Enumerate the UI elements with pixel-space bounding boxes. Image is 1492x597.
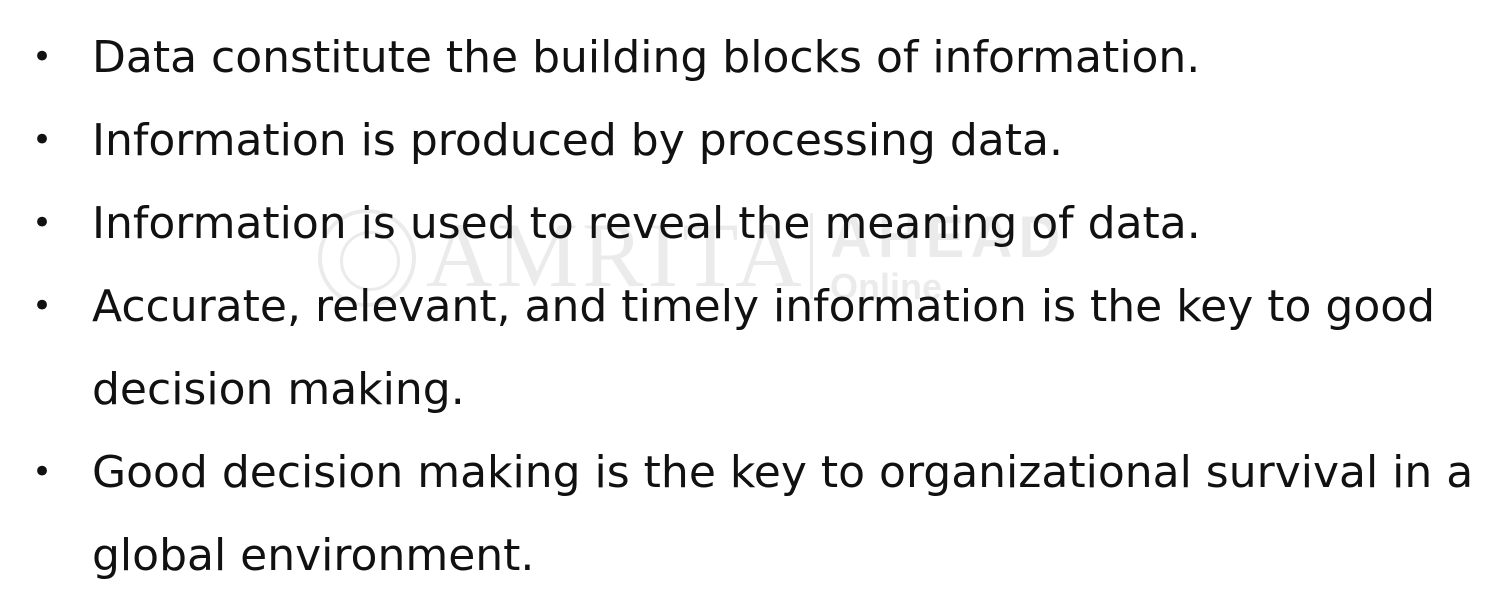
- bullet-item: • Accurate, relevant, and timely informa…: [0, 265, 1492, 431]
- bullet-item: • Information is used to reveal the mean…: [0, 182, 1492, 265]
- bullet-line: Information is produced by processing da…: [92, 115, 1063, 166]
- bullet-line: global environment.: [92, 530, 535, 581]
- bullet-line: Data constitute the building blocks of i…: [92, 32, 1201, 83]
- bullet-icon: •: [32, 286, 53, 326]
- bullet-item: • Information is produced by processing …: [0, 99, 1492, 182]
- bullet-line: Information is used to reveal the meanin…: [92, 198, 1201, 249]
- bullet-icon: •: [32, 37, 53, 77]
- bullet-icon: •: [32, 120, 53, 160]
- bullet-line: Good decision making is the key to organ…: [92, 447, 1474, 498]
- bullet-icon: •: [32, 203, 53, 243]
- bullet-list: • Data constitute the building blocks of…: [0, 16, 1492, 597]
- bullet-line: decision making.: [92, 364, 465, 415]
- bullet-line: Accurate, relevant, and timely informati…: [92, 281, 1436, 332]
- slide: AMRITA AHEAD Online • Data constitute th…: [0, 0, 1492, 584]
- bullet-item: • Data constitute the building blocks of…: [0, 16, 1492, 99]
- bullet-item: • Good decision making is the key to org…: [0, 431, 1492, 597]
- bullet-icon: •: [32, 452, 53, 492]
